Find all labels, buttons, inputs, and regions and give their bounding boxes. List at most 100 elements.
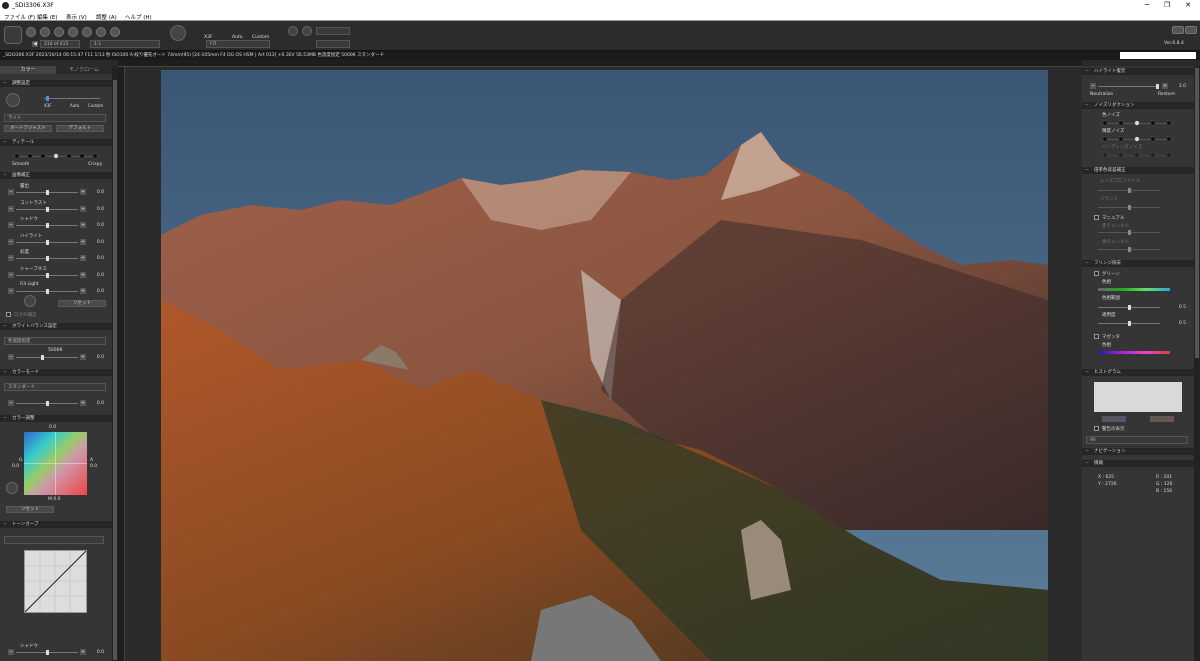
color-mode-plus-button[interactable]: + bbox=[80, 400, 86, 406]
histogram-channel-select[interactable]: All bbox=[1086, 436, 1188, 444]
minimize-button[interactable]: ─ bbox=[1140, 1, 1154, 9]
loupe-button[interactable] bbox=[302, 26, 312, 36]
correction-plus-button[interactable]: + bbox=[80, 255, 86, 261]
tone-curve-graph[interactable] bbox=[24, 550, 87, 613]
correction-slider[interactable] bbox=[16, 272, 78, 278]
tone-slider[interactable] bbox=[16, 650, 78, 655]
section-tone-curve[interactable]: トーンカーブ bbox=[0, 521, 112, 528]
fit-select[interactable]: FIT bbox=[206, 40, 270, 48]
lens-profile-slider[interactable] bbox=[1098, 188, 1160, 193]
zoom-select[interactable]: 1:1 bbox=[90, 40, 160, 48]
section-color-mode[interactable]: カラーモード bbox=[0, 369, 112, 376]
preset-select[interactable]: ライト bbox=[4, 114, 106, 122]
section-fringe-removal[interactable]: フリンジ除去 bbox=[1082, 260, 1194, 267]
correction-plus-button[interactable]: + bbox=[80, 238, 86, 245]
panel-toggle-icon[interactable] bbox=[1172, 26, 1184, 34]
image-correction-reset-button[interactable]: リセット bbox=[58, 300, 106, 307]
rotate-left-icon[interactable] bbox=[40, 27, 50, 37]
color-mode-minus-button[interactable]: − bbox=[8, 400, 14, 406]
correction-minus-button[interactable]: − bbox=[8, 238, 14, 245]
detail-slider[interactable] bbox=[14, 153, 98, 159]
correction-plus-button[interactable]: + bbox=[80, 271, 86, 278]
blue-channel-slider[interactable] bbox=[1098, 247, 1160, 252]
correction-slider[interactable] bbox=[16, 256, 78, 261]
section-detail[interactable]: ディテール bbox=[0, 139, 112, 146]
section-white-balance[interactable]: ホワイトバランス設定 bbox=[0, 323, 112, 330]
image-viewer[interactable] bbox=[118, 60, 1082, 661]
eyedropper-icon[interactable] bbox=[24, 295, 36, 307]
correction-slider[interactable] bbox=[16, 206, 78, 212]
prev-image-button[interactable]: ◀ bbox=[32, 41, 38, 47]
correction-plus-button[interactable]: + bbox=[80, 189, 86, 195]
toolbar-select-2[interactable] bbox=[316, 40, 350, 48]
adjust-mode-slider[interactable] bbox=[44, 96, 100, 101]
toolbar-select-1[interactable] bbox=[316, 27, 350, 35]
correction-minus-button[interactable]: − bbox=[8, 271, 14, 278]
correction-minus-button[interactable]: − bbox=[8, 205, 14, 212]
lens-balance-slider[interactable] bbox=[1098, 205, 1160, 210]
section-info[interactable]: 情報 bbox=[1082, 460, 1194, 467]
noise-luma-slider[interactable] bbox=[1102, 136, 1172, 142]
color-mode-select[interactable]: スタンダード bbox=[4, 383, 106, 391]
mode-dial[interactable] bbox=[170, 25, 186, 41]
correction-minus-button[interactable]: − bbox=[8, 222, 14, 228]
section-color-adjust[interactable]: カラー調整 bbox=[0, 415, 112, 422]
correction-minus-button[interactable]: − bbox=[8, 255, 14, 261]
search-field[interactable] bbox=[1120, 52, 1196, 59]
section-chromatic-aberration[interactable]: 倍率色収差補正 bbox=[1082, 167, 1194, 174]
magenta-checkbox[interactable] bbox=[1094, 334, 1099, 339]
tone-plus-button[interactable]: + bbox=[80, 649, 86, 655]
noise-color-slider[interactable] bbox=[1102, 120, 1172, 126]
correction-slider[interactable] bbox=[16, 190, 78, 195]
color-reset-button[interactable]: リセット bbox=[6, 506, 54, 513]
highlight-slider[interactable] bbox=[1098, 84, 1159, 89]
next-icon[interactable] bbox=[82, 27, 92, 37]
section-noise-reduction[interactable]: ノイズリダクション bbox=[1082, 102, 1194, 109]
correction-minus-button[interactable]: − bbox=[8, 189, 14, 195]
correction-plus-button[interactable]: + bbox=[80, 205, 86, 212]
manual-checkbox[interactable] bbox=[1094, 215, 1099, 220]
right-panel-scrollbar[interactable] bbox=[1194, 66, 1200, 661]
compare-button[interactable] bbox=[288, 26, 298, 36]
info-icon[interactable] bbox=[26, 27, 36, 37]
camera-icon[interactable] bbox=[4, 26, 22, 44]
highlight-minus-button[interactable]: − bbox=[1090, 83, 1096, 89]
grid-icon[interactable] bbox=[96, 27, 106, 37]
tone-curve-select[interactable] bbox=[4, 536, 104, 544]
section-navigation[interactable]: ナビゲーション bbox=[1082, 448, 1194, 455]
default-button[interactable]: デフォルト bbox=[56, 125, 104, 132]
adjust-mode-dial[interactable] bbox=[6, 93, 20, 107]
red-channel-slider[interactable] bbox=[1098, 230, 1160, 235]
menu-edit[interactable]: 編集 (E) bbox=[37, 13, 58, 21]
correction-slider[interactable] bbox=[16, 223, 78, 228]
correction-minus-button[interactable]: − bbox=[8, 288, 14, 294]
warning-checkbox[interactable] bbox=[1094, 426, 1099, 431]
menu-help[interactable]: ヘルプ (H) bbox=[125, 13, 152, 21]
noise-banding-slider[interactable] bbox=[1102, 152, 1172, 158]
wb-mode-select[interactable]: 色温度指定 bbox=[4, 337, 106, 345]
wb-plus-button[interactable]: + bbox=[80, 354, 86, 360]
correction-plus-button[interactable]: + bbox=[80, 288, 86, 294]
menu-file[interactable]: ファイル (F) bbox=[4, 13, 35, 21]
green-checkbox[interactable] bbox=[1094, 271, 1099, 276]
auto-adjust-button[interactable]: オートアジャスト bbox=[4, 125, 52, 132]
fringe-width-slider[interactable] bbox=[1098, 305, 1160, 310]
fullscreen-icon[interactable] bbox=[1185, 26, 1197, 34]
section-histogram[interactable]: ヒストグラム bbox=[1082, 369, 1194, 376]
close-button[interactable]: ✕ bbox=[1181, 1, 1195, 9]
color-mode-slider[interactable] bbox=[16, 401, 78, 406]
rotate-right-icon[interactable] bbox=[54, 27, 64, 37]
highlight-plus-button[interactable]: + bbox=[1162, 83, 1168, 89]
section-adjust-settings[interactable]: 調整設定 bbox=[0, 80, 112, 87]
correction-slider[interactable] bbox=[16, 289, 78, 294]
tone-minus-button[interactable]: − bbox=[8, 649, 14, 655]
correction-slider[interactable] bbox=[16, 239, 78, 245]
tab-monochrome[interactable]: モノクローム bbox=[56, 66, 112, 74]
maximize-button[interactable]: ❐ bbox=[1160, 1, 1174, 9]
color-eyedropper-icon[interactable] bbox=[6, 482, 18, 494]
fringe-amount-slider[interactable] bbox=[1098, 321, 1160, 326]
green-hue-bar[interactable] bbox=[1098, 288, 1170, 291]
correction-plus-button[interactable]: + bbox=[80, 222, 86, 228]
menu-adjust[interactable]: 調整 (A) bbox=[96, 13, 117, 21]
tab-color[interactable]: カラー bbox=[0, 66, 56, 74]
